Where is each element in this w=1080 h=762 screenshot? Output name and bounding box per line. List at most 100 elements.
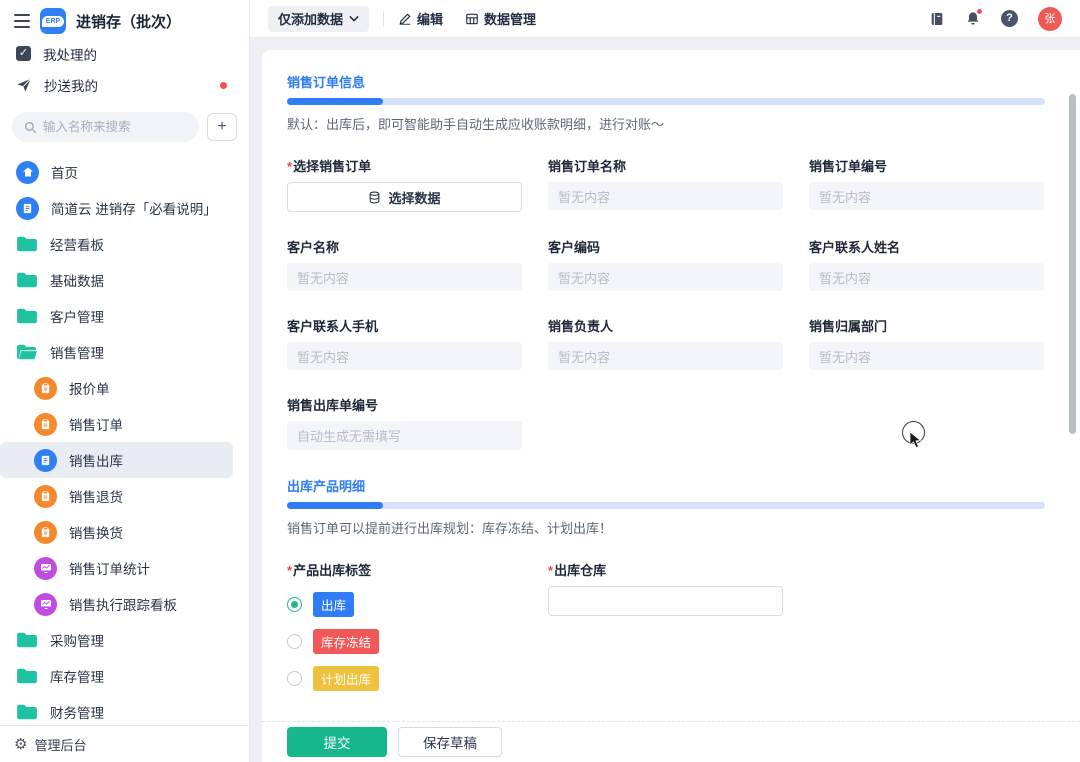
section-title-order-info: 销售订单信息 xyxy=(287,75,366,90)
sidebar-item-sales-return[interactable]: 销售退货 xyxy=(0,478,249,514)
field-sales-owner: 暂无内容 xyxy=(548,342,783,370)
progress-fill xyxy=(287,502,383,509)
field-label: 客户联系人姓名 xyxy=(809,240,901,255)
sidebar-item-sales-order[interactable]: 销售订单 xyxy=(0,406,249,442)
app-window: ERP 进销存（批次） ✓ 我处理的 抄送我的 + 首页 xyxy=(0,0,1080,762)
send-icon xyxy=(17,78,31,92)
mode-dropdown[interactable]: 仅添加数据 xyxy=(268,5,370,32)
field-sales-dept: 暂无内容 xyxy=(809,342,1044,370)
topbar-right: ? 张 xyxy=(929,6,1062,31)
progress-fill xyxy=(287,98,383,105)
tag-planned: 计划出库 xyxy=(313,665,380,691)
field-order-no: 暂无内容 xyxy=(809,182,1044,210)
pencil-icon xyxy=(399,13,411,25)
submit-button[interactable]: 提交 xyxy=(287,727,387,757)
content: 销售订单信息 默认：出库后，即可智能助手自动生成应收账款明细，进行对账～ 选择销… xyxy=(250,38,1080,762)
save-draft-button[interactable]: 保存草稿 xyxy=(398,727,502,757)
unread-dot xyxy=(220,82,227,89)
sidebar-item-purchase[interactable]: 采购管理 xyxy=(0,622,249,658)
chart-icon xyxy=(34,556,57,580)
section-desc: 默认：出库后，即可智能助手自动生成应收账款明细，进行对账～ xyxy=(287,117,665,132)
sidebar-item-guide[interactable]: 简道云 进销存「必看说明」 xyxy=(0,190,249,226)
chevron-down-icon xyxy=(349,15,359,22)
form-row: 客户名称 暂无内容 客户编码 暂无内容 客户联系人姓名 暂无内容 xyxy=(287,237,1045,291)
help-icon[interactable]: ? xyxy=(1001,10,1018,27)
field-label: 销售归属部门 xyxy=(809,319,888,334)
quick-item-label: 我处理的 xyxy=(43,47,97,63)
select-data-button[interactable]: 选择数据 xyxy=(287,182,522,212)
search-input[interactable] xyxy=(43,120,173,134)
sidebar-item-order-stats[interactable]: 销售订单统计 xyxy=(0,550,249,586)
search-icon xyxy=(24,121,37,133)
sidebar-item-customer[interactable]: 客户管理 xyxy=(0,298,249,334)
field-label: 客户名称 xyxy=(287,240,340,255)
topbar: 仅添加数据 编辑 数据管理 ? 张 xyxy=(250,0,1080,38)
folder-icon xyxy=(16,701,38,724)
data-manage-button[interactable]: 数据管理 xyxy=(465,9,536,28)
task-check-icon: ✓ xyxy=(16,46,31,61)
field-label: 客户编码 xyxy=(548,240,601,255)
sidebar-item-quotation[interactable]: 报价单 xyxy=(0,370,249,406)
gear-icon: ⚙ xyxy=(14,735,28,753)
radio-icon[interactable] xyxy=(287,670,302,686)
sidebar-item-inventory[interactable]: 库存管理 xyxy=(0,658,249,694)
field-customer-code: 暂无内容 xyxy=(548,263,783,291)
form-icon xyxy=(34,412,57,436)
section-desc: 销售订单可以提前进行出库规划：库存冻结、计划出库！ xyxy=(287,521,613,536)
folder-open-icon xyxy=(16,341,38,364)
radio-option-freeze[interactable]: 库存冻结 xyxy=(287,628,522,654)
sidebar: ERP 进销存（批次） ✓ 我处理的 抄送我的 + 首页 xyxy=(0,0,250,762)
folder-icon xyxy=(16,305,38,328)
edit-button[interactable]: 编辑 xyxy=(398,9,443,28)
form-row: 销售出库单编号 自动生成无需填写 xyxy=(287,395,1045,450)
sidebar-item-my-processed[interactable]: ✓ 我处理的 xyxy=(0,38,249,69)
sidebar-item-sales[interactable]: 销售管理 xyxy=(0,334,249,370)
form-row: 客户联系人手机 暂无内容 销售负责人 暂无内容 销售归属部门 暂无内容 xyxy=(287,316,1045,370)
radio-icon[interactable] xyxy=(287,633,302,649)
field-label-outbound-tag: 产品出库标签 xyxy=(287,560,522,579)
form-icon xyxy=(34,376,57,400)
document-icon xyxy=(34,448,57,472)
field-label: 销售负责人 xyxy=(548,319,614,334)
document-icon xyxy=(16,196,39,220)
quick-item-label: 抄送我的 xyxy=(44,78,98,94)
sidebar-item-sales-exchange[interactable]: 销售换货 xyxy=(0,514,249,550)
radio-option-planned[interactable]: 计划出库 xyxy=(287,665,522,691)
form-row: 选择销售订单 选择数据 销售订单名称 暂无内容 销售订单编号 xyxy=(287,156,1045,212)
user-avatar[interactable]: 张 xyxy=(1038,6,1062,31)
sidebar-item-sales-tracking[interactable]: 销售执行跟踪看板 xyxy=(0,586,249,622)
table-label: 出库产品明细 xyxy=(287,718,1045,721)
field-label-pick-order: 选择销售订单 xyxy=(287,156,522,175)
section-progress-bar xyxy=(287,98,1045,105)
section-progress-bar xyxy=(287,502,1045,509)
scrollbar-thumb[interactable] xyxy=(1069,94,1076,434)
sidebar-item-admin-console[interactable]: ⚙ 管理后台 xyxy=(0,725,249,762)
form-footer: 提交 保存草稿 xyxy=(262,721,1080,762)
changelog-icon[interactable] xyxy=(929,11,945,27)
sidebar-item-finance[interactable]: 财务管理 xyxy=(0,694,249,725)
sidebar-item-dashboard[interactable]: 经营看板 xyxy=(0,226,249,262)
sidebar-item-sales-outbound[interactable]: 销售出库 xyxy=(0,442,233,478)
warehouse-input[interactable] xyxy=(548,586,783,616)
radio-option-outbound[interactable]: 出库 xyxy=(287,591,522,617)
field-contact-phone: 暂无内容 xyxy=(287,342,522,370)
form-row: 产品出库标签 出库 库存冻结 计划出库 xyxy=(287,560,1045,691)
field-label: 客户联系人手机 xyxy=(287,319,379,334)
field-label: 销售订单编号 xyxy=(809,159,888,174)
collapse-sidebar-icon[interactable] xyxy=(14,14,30,28)
notification-dot xyxy=(976,7,983,15)
radio-selected-icon[interactable] xyxy=(287,596,302,612)
add-button[interactable]: + xyxy=(207,113,237,141)
form-card: 销售订单信息 默认：出库后，即可智能助手自动生成应收账款明细，进行对账～ 选择销… xyxy=(262,50,1080,762)
notifications-bell-icon[interactable] xyxy=(965,7,983,27)
sidebar-item-cc-me[interactable]: 抄送我的 xyxy=(0,69,249,100)
section-title-outbound: 出库产品明细 xyxy=(287,479,366,494)
field-contact-name: 暂无内容 xyxy=(809,263,1044,291)
database-icon xyxy=(370,191,380,203)
home-icon xyxy=(16,160,39,184)
app-logo-icon: ERP xyxy=(40,8,66,34)
sidebar-nav: 首页 简道云 进销存「必看说明」 经营看板 基础数据 客户管理 销售管理 报价单… xyxy=(0,154,249,725)
sidebar-item-home[interactable]: 首页 xyxy=(0,154,249,190)
search-box xyxy=(12,112,199,142)
sidebar-item-base-data[interactable]: 基础数据 xyxy=(0,262,249,298)
